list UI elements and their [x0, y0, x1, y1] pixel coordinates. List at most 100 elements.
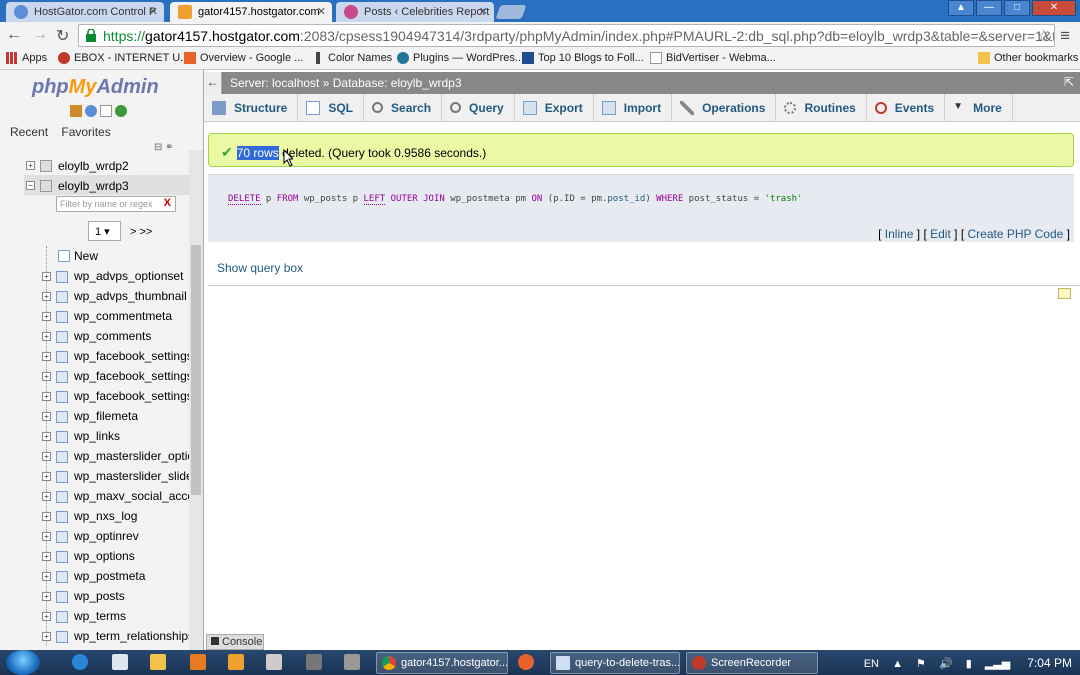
tab-operations[interactable]: Operations	[672, 93, 777, 122]
tab-search[interactable]: Search	[364, 93, 443, 122]
tree-table-item[interactable]: + wp_masterslider_option	[0, 446, 201, 466]
expand-icon[interactable]: +	[42, 572, 51, 581]
tree-table-item[interactable]: + wp_commentmeta	[0, 306, 189, 326]
clock[interactable]: 7:04 PM	[1027, 656, 1072, 670]
table-label[interactable]: wp_posts	[74, 589, 125, 603]
clear-filter-icon[interactable]: X	[164, 197, 171, 209]
breadcrumb-server[interactable]: Server: localhost	[230, 76, 319, 90]
tree-table-item[interactable]: + wp_advps_optionset	[0, 266, 189, 286]
expand-icon[interactable]: +	[42, 352, 51, 361]
maximize-button[interactable]: □	[1004, 0, 1030, 16]
expand-icon[interactable]: +	[42, 392, 51, 401]
home-icon[interactable]	[70, 105, 82, 117]
table-label[interactable]: wp_masterslider_option	[74, 449, 201, 463]
document-icon[interactable]	[112, 654, 128, 670]
expand-icon[interactable]: +	[42, 592, 51, 601]
table-label[interactable]: wp_advps_thumbnail	[74, 289, 187, 303]
expand-icon[interactable]: +	[42, 532, 51, 541]
tree-table-item[interactable]: + wp_posts	[0, 586, 189, 606]
next-page-link[interactable]: > >>	[130, 226, 152, 238]
bookmark-top-blogs[interactable]: Top 10 Blogs to Foll...	[522, 52, 644, 64]
tree-table-item[interactable]: + wp_comments	[0, 326, 189, 346]
close-icon[interactable]: ✕	[317, 5, 326, 18]
tree-table-item[interactable]: + wp_nxs_log	[0, 506, 189, 526]
table-icon[interactable]	[56, 551, 68, 563]
reload-icon[interactable]	[115, 105, 127, 117]
tree-db-eloylb-wrdp2[interactable]: + eloylb_wrdp2	[0, 156, 189, 176]
other-bookmarks[interactable]: Other bookmarks	[978, 52, 1078, 64]
table-icon[interactable]	[56, 571, 68, 583]
expand-icon[interactable]: +	[42, 452, 51, 461]
app-icon[interactable]	[306, 654, 322, 670]
bookmark-google-overview[interactable]: Overview - Google ...	[184, 52, 303, 64]
table-icon[interactable]	[56, 451, 68, 463]
bookmark-plugins-wordpress[interactable]: Plugins — WordPres...	[397, 52, 524, 64]
tree-table-item[interactable]: + wp_facebook_settings	[0, 346, 193, 366]
bookmark-star-icon[interactable]: ☆	[1037, 26, 1051, 46]
table-icon[interactable]	[56, 331, 68, 343]
table-label[interactable]: wp_masterslider_sliders	[74, 469, 203, 483]
tab-events[interactable]: Events	[867, 93, 946, 122]
close-window-button[interactable]: ✕	[1032, 0, 1076, 16]
table-label[interactable]: wp_filemeta	[74, 409, 138, 423]
media-player-icon[interactable]	[190, 654, 206, 670]
tree-table-item[interactable]: + wp_optinrev	[0, 526, 189, 546]
tab-structure[interactable]: Structure	[204, 93, 299, 122]
nav-scrollbar[interactable]	[189, 150, 203, 650]
table-label[interactable]: wp_terms	[74, 609, 126, 623]
expand-icon[interactable]: +	[42, 472, 51, 481]
volume-icon[interactable]: 🔊	[939, 658, 953, 670]
explorer-folder-icon[interactable]	[150, 654, 166, 670]
table-icon[interactable]	[56, 311, 68, 323]
forward-button[interactable]: →	[32, 26, 48, 44]
table-label[interactable]: wp_comments	[74, 329, 151, 343]
paint-icon[interactable]	[344, 654, 360, 670]
minimize-button[interactable]: —	[976, 0, 1002, 16]
table-label[interactable]: wp_facebook_settings_	[74, 389, 199, 403]
table-icon[interactable]	[56, 531, 68, 543]
user-icon[interactable]: ▲	[948, 0, 974, 16]
tab-phpmyadmin[interactable]: gator4157.hostgator.com ✕	[170, 2, 332, 23]
start-button[interactable]	[6, 650, 40, 675]
expand-icon[interactable]: +	[42, 332, 51, 341]
calculator-icon[interactable]	[266, 654, 282, 670]
expand-icon[interactable]: +	[42, 292, 51, 301]
table-label[interactable]: wp_maxv_social_accou	[74, 489, 201, 503]
table-icon[interactable]	[56, 271, 68, 283]
expand-icon[interactable]: +	[42, 492, 51, 501]
close-icon[interactable]: ✕	[479, 5, 488, 18]
tree-table-item[interactable]: + wp_facebook_settings_	[0, 386, 199, 406]
scrollbar-thumb[interactable]	[191, 245, 201, 495]
new-tab-button[interactable]	[495, 5, 527, 19]
office-icon[interactable]	[228, 654, 244, 670]
create-php-code-link[interactable]: Create PHP Code	[967, 227, 1063, 241]
expand-icon[interactable]: +	[42, 272, 51, 281]
phpmyadmin-logo[interactable]: phpMyAdmin	[32, 76, 159, 99]
table-label[interactable]: wp_nxs_log	[74, 509, 137, 523]
tab-favorites[interactable]: Favorites	[59, 125, 112, 139]
tree-table-item[interactable]: + wp_terms	[0, 606, 189, 626]
table-icon[interactable]	[56, 351, 68, 363]
language-indicator[interactable]: EN	[864, 658, 879, 670]
expand-icon[interactable]: +	[42, 612, 51, 621]
table-label[interactable]: wp_optinrev	[74, 529, 139, 543]
bookmark-color-names[interactable]: Color Names	[312, 52, 392, 64]
tree-new-table[interactable]: New	[0, 246, 189, 266]
table-label[interactable]: wp_options	[74, 549, 135, 563]
power-icon[interactable]: ▮	[966, 658, 972, 670]
expand-icon[interactable]: +	[42, 512, 51, 521]
collapse-top-icon[interactable]: ⇱	[1064, 75, 1074, 89]
tab-sql[interactable]: SQL	[298, 93, 365, 122]
tab-posts[interactable]: Posts ‹ Celebrities Report ✕	[336, 2, 494, 22]
expand-icon[interactable]: +	[42, 632, 51, 641]
docs-icon[interactable]	[100, 105, 112, 117]
table-icon[interactable]	[56, 291, 68, 303]
table-icon[interactable]	[56, 631, 68, 643]
table-filter-input[interactable]: Filter by name or regex X	[56, 196, 176, 212]
expand-icon[interactable]: +	[42, 372, 51, 381]
table-label[interactable]: wp_term_relationships	[74, 629, 194, 643]
bookmark-bidvertiser[interactable]: BidVertiser - Webma...	[650, 52, 776, 64]
collapse-all-icon[interactable]: ⊟ ⚭	[154, 142, 174, 153]
table-icon[interactable]	[56, 431, 68, 443]
table-icon[interactable]	[56, 371, 68, 383]
